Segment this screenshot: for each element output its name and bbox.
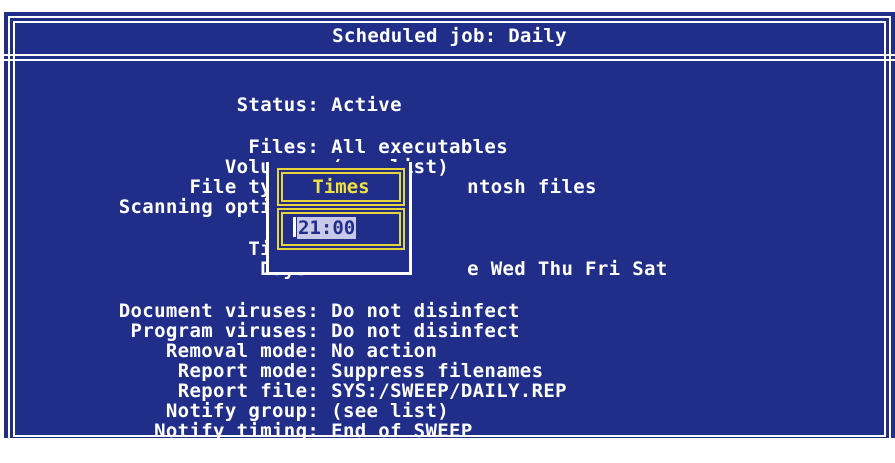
window-title: Scheduled job: Daily xyxy=(332,25,567,47)
status-label: Status: xyxy=(236,94,320,116)
document-viruses-row[interactable]: Document viruses: Do not disinfect xyxy=(4,280,520,322)
status-row[interactable]: Status: Active xyxy=(4,74,402,116)
times-input-value[interactable]: 21:00 xyxy=(297,217,357,239)
times-popup-title-box: Times xyxy=(277,168,405,206)
removal-mode-row[interactable]: Removal mode: No action xyxy=(4,320,437,362)
times-input-box[interactable]: 21:00 xyxy=(277,208,405,250)
times-popup-title: Times xyxy=(312,176,370,198)
text-cursor xyxy=(293,217,296,237)
volumes-row[interactable]: Volumes:(see list) xyxy=(4,136,449,178)
times-input[interactable]: 21:00 xyxy=(293,217,357,239)
scheduled-job-window: Scheduled job: Daily Status: Active Files… xyxy=(4,12,895,442)
notify-timing-value: End of SWEEP xyxy=(331,420,473,442)
program-viruses-row[interactable]: Program viruses: Do not disinfect xyxy=(4,300,520,342)
notify-group-row[interactable]: Notify group: (see list) xyxy=(4,380,449,422)
title-separator xyxy=(4,54,895,61)
notify-timing-row[interactable]: Notify timing: End of SWEEP xyxy=(4,400,473,442)
status-value: Active xyxy=(331,94,402,116)
notify-timing-label: Notify timing: xyxy=(154,420,320,442)
files-row[interactable]: Files: All executables xyxy=(4,116,508,158)
report-file-row[interactable]: Report file: SYS:/SWEEP/DAILY.REP xyxy=(4,360,567,402)
times-popup: Times 21:00 xyxy=(266,162,412,275)
days-value: e Wed Thu Fri Sat xyxy=(467,258,668,280)
report-mode-row[interactable]: Report mode: Suppress filenames xyxy=(4,340,543,382)
file-types-value: ntosh files xyxy=(467,176,597,198)
